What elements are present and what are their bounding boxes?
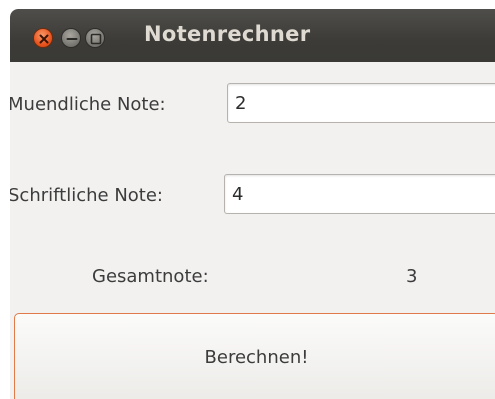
window-title: Notenrechner <box>144 22 311 46</box>
minimize-icon[interactable] <box>61 28 81 48</box>
oral-grade-input[interactable] <box>227 83 495 123</box>
maximize-icon[interactable] <box>85 28 105 48</box>
oral-grade-label: Muendliche Note: <box>10 94 166 115</box>
written-grade-input[interactable] <box>224 174 495 214</box>
app-window: Notenrechner Muendliche Note: Schriftlic… <box>10 9 495 399</box>
written-grade-label: Schriftliche Note: <box>10 185 163 206</box>
calculate-button[interactable]: Berechnen! <box>14 313 495 399</box>
close-icon[interactable] <box>33 28 53 48</box>
total-grade-label: Gesamtnote: <box>92 266 209 287</box>
title-bar[interactable]: Notenrechner <box>10 9 495 62</box>
total-grade-value: 3 <box>406 266 418 287</box>
